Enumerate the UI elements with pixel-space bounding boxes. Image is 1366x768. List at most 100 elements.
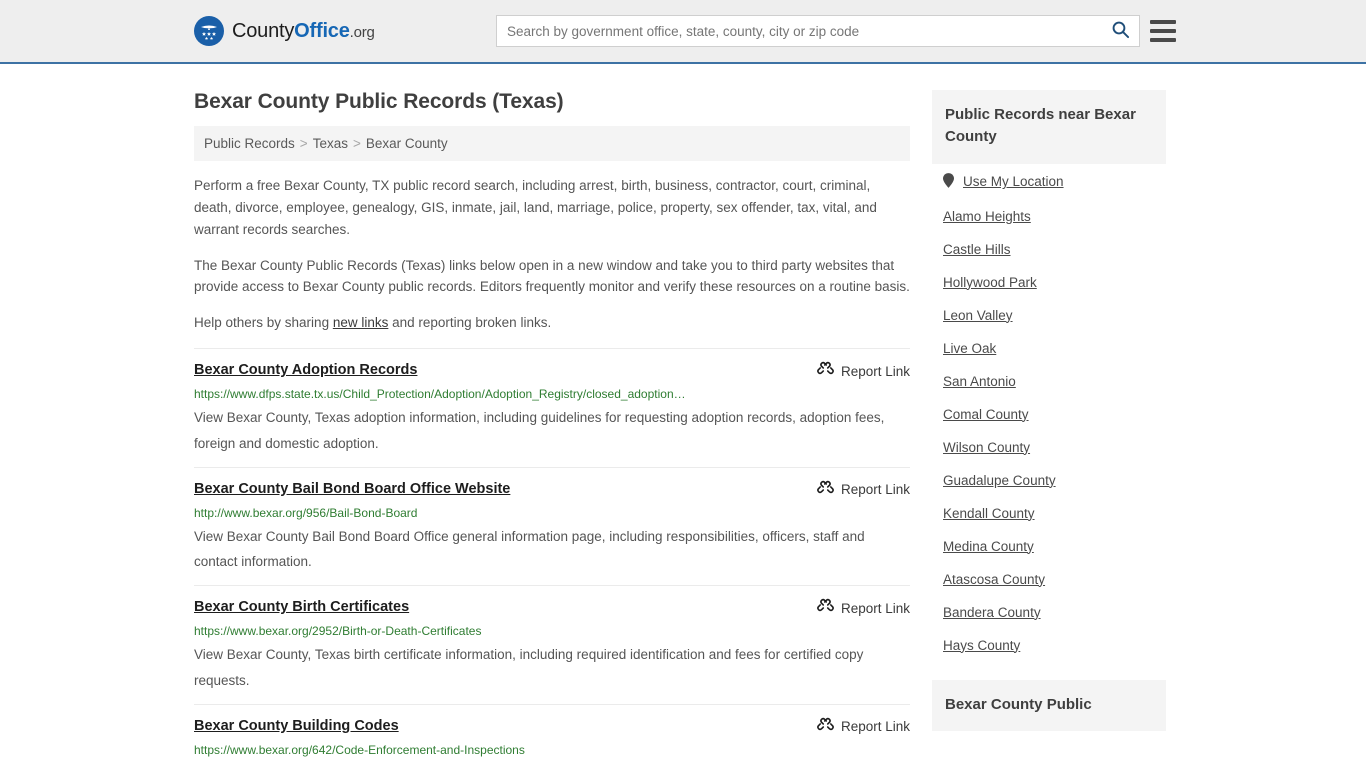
site-logo-text: CountyOffice.org [232,20,375,43]
search-icon [1111,20,1130,42]
report-link-button[interactable]: Report Link [803,361,910,381]
sidebar-item-nearby[interactable]: Live Oak [932,332,1166,365]
nearby-link[interactable]: Medina County [943,539,1034,554]
list-item: Live Oak [932,332,1166,365]
result-item: Bexar County Adoption Records Report Lin… [194,348,910,466]
sidebar-item-nearby[interactable]: Hollywood Park [932,266,1166,299]
result-title-link[interactable]: Bexar County Bail Bond Board Office Webs… [194,480,510,498]
use-my-location-link[interactable]: Use My Location [963,174,1064,189]
nearby-link[interactable]: Alamo Heights [943,209,1031,224]
sidebar-item-nearby[interactable]: Leon Valley [932,299,1166,332]
breadcrumb: Public Records > Texas > Bexar County [194,126,910,161]
logo-text-office: Office [294,19,350,42]
list-item: Leon Valley [932,299,1166,332]
list-item: Hollywood Park [932,266,1166,299]
hamburger-bar-1 [1150,20,1176,24]
list-item: Alamo Heights [932,200,1166,233]
hamburger-menu-button[interactable] [1150,20,1176,42]
nearby-link[interactable]: Castle Hills [943,242,1011,257]
sidebar-item-nearby[interactable]: Castle Hills [932,233,1166,266]
sidebar-item-use-my-location[interactable]: Use My Location [932,164,1166,200]
result-title-link[interactable]: Bexar County Adoption Records [194,361,417,379]
list-item: Kendall County [932,497,1166,530]
result-item: Bexar County Birth Certificates Report L… [194,585,910,703]
report-link-button[interactable]: Report Link [803,717,910,737]
help-paragraph: Help others by sharing new links and rep… [194,312,910,334]
nearby-link[interactable]: Bandera County [943,605,1041,620]
breadcrumb-item-bexar-county[interactable]: Bexar County [366,136,448,151]
list-item: Hays County [932,629,1166,662]
sidebar-item-nearby[interactable]: Guadalupe County [932,464,1166,497]
new-links-link[interactable]: new links [333,315,389,330]
report-link-label: Report Link [840,363,910,379]
map-pin-icon [943,172,954,191]
nearby-link[interactable]: Live Oak [943,341,996,356]
sidebar-panel-title: Public Records near Bexar County [932,90,1166,164]
nearby-link[interactable]: Atascosa County [943,572,1045,587]
nearby-link[interactable]: Wilson County [943,440,1030,455]
intro-paragraph-1: Perform a free Bexar County, TX public r… [194,178,877,237]
nearby-link[interactable]: Hollywood Park [943,275,1037,290]
result-url: https://www.bexar.org/642/Code-Enforceme… [194,742,525,757]
page-body: Bexar County Public Records (Texas) Publ… [0,64,1366,768]
sidebar-item-nearby[interactable]: Atascosa County [932,563,1166,596]
result-header: Bexar County Birth Certificates Report L… [194,598,910,618]
result-header: Bexar County Adoption Records Report Lin… [194,361,910,381]
search-bar[interactable] [496,15,1140,47]
result-url: https://www.dfps.state.tx.us/Child_Prote… [194,387,686,402]
sidebar-item-nearby[interactable]: Kendall County [932,497,1166,530]
result-url: https://www.bexar.org/2952/Birth-or-Deat… [194,624,482,639]
help-suffix-text: and reporting broken links. [388,315,552,331]
report-link-button[interactable]: Report Link [803,598,910,618]
result-title-link[interactable]: Bexar County Building Codes [194,717,399,735]
main-content-column: Bexar County Public Records (Texas) Publ… [194,64,910,768]
list-item: Medina County [932,530,1166,563]
list-item: Castle Hills [932,233,1166,266]
list-item: Use My Location [932,164,1166,200]
nearby-link[interactable]: Leon Valley [943,308,1013,323]
list-item: Comal County [932,398,1166,431]
sidebar-panel-title-2: Bexar County Public [932,679,1166,732]
help-prefix-text: Help others by sharing [194,315,333,331]
report-link-label: Report Link [840,482,910,498]
result-description: View Bexar County Bail Bond Board Office… [194,528,865,570]
sidebar-item-nearby[interactable]: Alamo Heights [932,200,1166,233]
nearby-link[interactable]: Hays County [943,638,1020,653]
site-logo[interactable]: CountyOffice.org [194,16,375,46]
search-submit-button[interactable] [1101,16,1139,46]
page-title: Bexar County Public Records (Texas) [194,90,564,113]
breadcrumb-item-texas[interactable]: Texas [313,136,348,151]
broken-link-icon [817,361,834,381]
report-link-button[interactable]: Report Link [803,480,910,500]
sidebar-item-nearby[interactable]: Bandera County [932,596,1166,629]
sidebar: Public Records near Bexar County Use My … [932,64,1166,732]
report-link-label: Report Link [840,719,910,735]
report-link-label: Report Link [840,600,910,616]
list-item: Wilson County [932,431,1166,464]
sidebar-nearby-list: Use My Location Alamo Heights Castle Hil… [932,164,1166,662]
list-item: Guadalupe County [932,464,1166,497]
result-header: Bexar County Bail Bond Board Office Webs… [194,480,910,500]
intro-paragraph-2: The Bexar County Public Records (Texas) … [194,257,910,295]
list-item: Bandera County [932,596,1166,629]
sidebar-item-nearby[interactable]: Wilson County [932,431,1166,464]
result-description: View Bexar County, Texas building codes,… [194,761,910,768]
sidebar-item-nearby[interactable]: Medina County [932,530,1166,563]
site-header: CountyOffice.org [0,0,1366,64]
sidebar-item-nearby[interactable]: Hays County [932,629,1166,662]
nearby-link[interactable]: Guadalupe County [943,473,1056,488]
result-title-link[interactable]: Bexar County Birth Certificates [194,598,409,616]
nearby-link[interactable]: San Antonio [943,374,1016,389]
search-input[interactable] [497,16,1101,46]
nearby-link[interactable]: Kendall County [943,506,1035,521]
county-office-emblem-icon [194,16,224,46]
breadcrumb-separator-1: > [299,136,308,151]
list-item: Atascosa County [932,563,1166,596]
list-item: San Antonio [932,365,1166,398]
result-description: View Bexar County, Texas birth certifica… [194,647,864,688]
result-item: Bexar County Building Codes Report Link … [194,703,910,768]
breadcrumb-item-public-records[interactable]: Public Records [204,136,295,151]
nearby-link[interactable]: Comal County [943,407,1029,422]
sidebar-item-nearby[interactable]: Comal County [932,398,1166,431]
sidebar-item-nearby[interactable]: San Antonio [932,365,1166,398]
